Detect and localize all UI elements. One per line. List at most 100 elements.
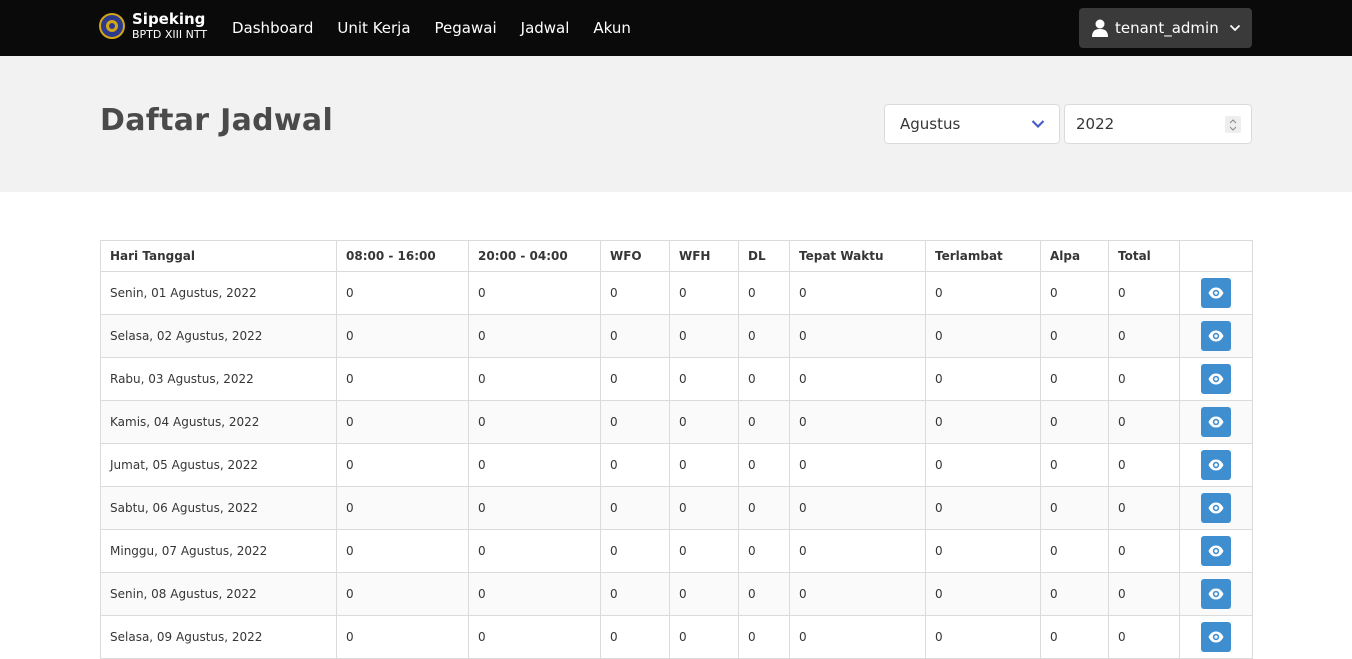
brand-subtitle: BPTD XIII NTT <box>132 28 208 41</box>
year-spinner[interactable] <box>1225 116 1241 133</box>
user-icon <box>1092 19 1108 37</box>
cell-value: 0 <box>1040 314 1109 358</box>
view-button[interactable] <box>1201 321 1231 351</box>
cell-date: Senin, 08 Agustus, 2022 <box>100 572 337 616</box>
table-body: Senin, 01 Agustus, 2022 0 0 0 0 0 0 0 0 0 Selasa, … <box>100 271 1253 659</box>
brand[interactable]: Sipeking BPTD XIII NTT <box>99 10 207 42</box>
cell-value: 0 <box>600 314 670 358</box>
cell-value: 0 <box>738 357 790 401</box>
view-button[interactable] <box>1201 579 1231 609</box>
cell-value: 0 <box>925 314 1041 358</box>
schedule-table-container: Hari Tanggal 08:00 - 16:00 20:00 - 04:00 WF… <box>100 240 1253 659</box>
cell-value: 0 <box>1108 572 1180 616</box>
table-row: Jumat, 05 Agustus, 2022 0 0 0 0 0 0 0 0 0 <box>100 443 1253 487</box>
view-button[interactable] <box>1201 407 1231 437</box>
cell-value: 0 <box>669 572 739 616</box>
cell-value: 0 <box>925 400 1041 444</box>
schedule-table: Hari Tanggal 08:00 - 16:00 20:00 - 04:00 WF… <box>100 240 1253 659</box>
cell-value: 0 <box>738 486 790 530</box>
cell-value: 0 <box>336 357 469 401</box>
cell-value: 0 <box>669 529 739 573</box>
nav-dashboard[interactable]: Dashboard <box>220 0 325 56</box>
table-row: Sabtu, 06 Agustus, 2022 0 0 0 0 0 0 0 0 0 <box>100 486 1253 530</box>
cell-value: 0 <box>789 357 926 401</box>
view-button[interactable] <box>1201 278 1231 308</box>
cell-value: 0 <box>925 357 1041 401</box>
cell-value: 0 <box>789 443 926 487</box>
nav-akun[interactable]: Akun <box>581 0 643 56</box>
cell-action <box>1179 443 1253 487</box>
logo-icon <box>99 13 125 39</box>
cell-action <box>1179 400 1253 444</box>
nav-pegawai[interactable]: Pegawai <box>423 0 509 56</box>
column-header <box>1179 240 1253 272</box>
cell-value: 0 <box>336 314 469 358</box>
cell-value: 0 <box>789 615 926 659</box>
cell-value: 0 <box>600 529 670 573</box>
cell-action <box>1179 529 1253 573</box>
user-name: tenant_admin <box>1115 19 1219 37</box>
cell-value: 0 <box>669 443 739 487</box>
view-button[interactable] <box>1201 364 1231 394</box>
view-button[interactable] <box>1201 536 1231 566</box>
cell-value: 0 <box>1040 615 1109 659</box>
cell-action <box>1179 572 1253 616</box>
cell-value: 0 <box>1040 400 1109 444</box>
eye-icon <box>1208 373 1224 385</box>
cell-value: 0 <box>925 572 1041 616</box>
column-header: Hari Tanggal <box>100 240 337 272</box>
view-button[interactable] <box>1201 622 1231 652</box>
page-title: Daftar Jadwal <box>100 103 334 138</box>
cell-action <box>1179 271 1253 315</box>
cell-value: 0 <box>669 400 739 444</box>
cell-value: 0 <box>925 486 1041 530</box>
user-menu-button[interactable]: tenant_admin <box>1079 8 1252 48</box>
nav-jadwal[interactable]: Jadwal <box>509 0 582 56</box>
cell-value: 0 <box>789 486 926 530</box>
column-header: 08:00 - 16:00 <box>336 240 469 272</box>
month-select[interactable]: Agustus <box>884 104 1060 144</box>
column-header: Terlambat <box>925 240 1041 272</box>
cell-date: Rabu, 03 Agustus, 2022 <box>100 357 337 401</box>
cell-date: Sabtu, 06 Agustus, 2022 <box>100 486 337 530</box>
cell-value: 0 <box>789 314 926 358</box>
cell-value: 0 <box>738 443 790 487</box>
year-input[interactable]: 2022 <box>1064 104 1252 144</box>
cell-value: 0 <box>738 271 790 315</box>
cell-value: 0 <box>600 572 670 616</box>
brand-text: Sipeking BPTD XIII NTT <box>132 10 207 42</box>
cell-value: 0 <box>1040 443 1109 487</box>
chevron-down-icon <box>1229 24 1240 32</box>
column-header: DL <box>738 240 790 272</box>
column-header: 20:00 - 04:00 <box>468 240 601 272</box>
cell-value: 0 <box>1108 486 1180 530</box>
cell-value: 0 <box>600 400 670 444</box>
cell-value: 0 <box>669 271 739 315</box>
cell-value: 0 <box>1108 271 1180 315</box>
cell-value: 0 <box>468 400 601 444</box>
cell-value: 0 <box>789 572 926 616</box>
cell-value: 0 <box>669 615 739 659</box>
cell-value: 0 <box>468 357 601 401</box>
eye-icon <box>1208 545 1224 557</box>
cell-value: 0 <box>669 314 739 358</box>
cell-value: 0 <box>1040 529 1109 573</box>
cell-value: 0 <box>336 271 469 315</box>
cell-action <box>1179 615 1253 659</box>
nav-links: Dashboard Unit Kerja Pegawai Jadwal Akun <box>220 0 643 56</box>
view-button[interactable] <box>1201 493 1231 523</box>
cell-value: 0 <box>468 529 601 573</box>
view-button[interactable] <box>1201 450 1231 480</box>
spinner-up-icon[interactable] <box>1229 118 1237 124</box>
chevron-down-icon <box>1031 120 1045 129</box>
cell-date: Jumat, 05 Agustus, 2022 <box>100 443 337 487</box>
year-input-value: 2022 <box>1076 115 1115 133</box>
table-header-row: Hari Tanggal 08:00 - 16:00 20:00 - 04:00 WF… <box>100 240 1253 272</box>
table-row: Selasa, 02 Agustus, 2022 0 0 0 0 0 0 0 0 0 <box>100 314 1253 358</box>
nav-unit-kerja[interactable]: Unit Kerja <box>325 0 422 56</box>
cell-value: 0 <box>1108 314 1180 358</box>
cell-value: 0 <box>1108 615 1180 659</box>
eye-icon <box>1208 459 1224 471</box>
spinner-down-icon[interactable] <box>1229 126 1237 131</box>
cell-value: 0 <box>600 615 670 659</box>
